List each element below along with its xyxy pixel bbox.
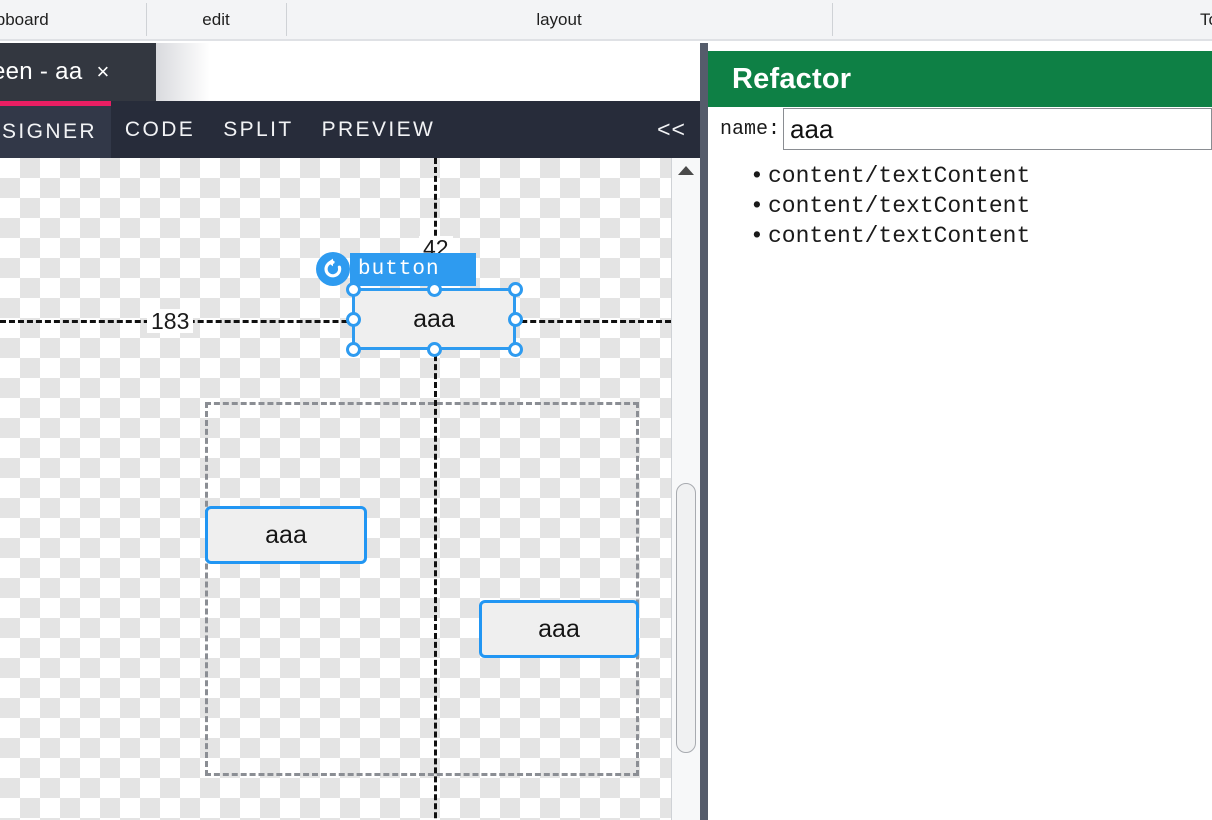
tabstrip-fade xyxy=(156,43,210,101)
widget-button-top-label: aaa xyxy=(413,304,455,333)
tab-preview-label: PREVIEW xyxy=(321,117,436,141)
guide-horizontal-selection xyxy=(0,320,671,323)
editor-pane: een - aa × SIGNER CODE SPLIT PREVIEW << xyxy=(0,43,700,820)
refactor-usage-list: content/textContent content/textContent … xyxy=(708,161,1212,251)
widget-button-top[interactable]: aaa xyxy=(352,288,516,350)
refactor-panel-header: Refactor xyxy=(708,51,1212,107)
close-icon[interactable]: × xyxy=(96,61,109,83)
refactor-name-row: name: xyxy=(708,107,1212,151)
application-window: ipboard edit layout To een - aa × SIGNER… xyxy=(0,0,1212,820)
dimension-label-height: 183 xyxy=(147,309,194,333)
rotate-icon[interactable] xyxy=(316,252,350,286)
list-item[interactable]: content/textContent xyxy=(708,161,1212,191)
resize-handle-ne[interactable] xyxy=(508,282,523,297)
tab-code[interactable]: CODE xyxy=(111,101,209,158)
resize-handle-s[interactable] xyxy=(427,342,442,357)
widget-button-bottom-right-label: aaa xyxy=(538,614,580,643)
ribbon-group-layout[interactable]: layout xyxy=(286,0,832,40)
widget-button-bottom-right[interactable]: aaa xyxy=(479,600,639,658)
ribbon-group-clipboard-label: ipboard xyxy=(0,9,49,29)
resize-handle-nw[interactable] xyxy=(346,282,361,297)
list-item[interactable]: content/textContent xyxy=(708,191,1212,221)
page-title: Refactor xyxy=(732,62,852,95)
tab-code-label: CODE xyxy=(124,117,196,141)
resize-handle-sw[interactable] xyxy=(346,342,361,357)
scroll-up-icon[interactable] xyxy=(672,158,700,184)
design-canvas[interactable]: 42 183 button aaa aaa aaa xyxy=(0,158,671,820)
list-item[interactable]: content/textContent xyxy=(708,221,1212,251)
canvas-vertical-scrollbar[interactable] xyxy=(671,158,700,820)
chevron-double-left-icon: << xyxy=(657,116,686,142)
editor-modebar: SIGNER CODE SPLIT PREVIEW << xyxy=(0,101,700,158)
design-canvas-viewport: 42 183 button aaa aaa aaa xyxy=(0,158,700,820)
ribbon-group-edit-label: edit xyxy=(202,9,230,29)
selection-type-badge: button xyxy=(350,253,476,286)
name-field-label: name: xyxy=(720,117,781,141)
refactor-panel: Refactor name: content/textContent conte… xyxy=(708,43,1212,820)
editor-tabstrip: een - aa × xyxy=(0,43,700,101)
editor-tab-active[interactable]: een - aa × xyxy=(0,43,156,101)
collapse-panel-button[interactable]: << xyxy=(657,101,686,158)
pane-divider[interactable] xyxy=(700,43,708,820)
ribbon-group-tools-label: To xyxy=(1200,9,1212,29)
ribbon-group-layout-label: layout xyxy=(536,9,582,29)
name-input[interactable] xyxy=(783,108,1212,150)
tab-split-label: SPLIT xyxy=(223,117,294,141)
widget-button-left[interactable]: aaa xyxy=(205,506,367,564)
resize-handle-n[interactable] xyxy=(427,282,442,297)
editor-tab-title: een - aa xyxy=(0,58,83,85)
resize-handle-w[interactable] xyxy=(346,312,361,327)
tab-designer[interactable]: SIGNER xyxy=(0,101,111,158)
ribbon-group-clipboard[interactable]: ipboard xyxy=(0,0,146,40)
ribbon-group-edit[interactable]: edit xyxy=(146,0,286,40)
ribbon-toolbar: ipboard edit layout To xyxy=(0,0,1212,41)
tab-designer-label: SIGNER xyxy=(2,120,97,143)
widget-button-left-label: aaa xyxy=(265,520,307,549)
tab-preview[interactable]: PREVIEW xyxy=(308,101,450,158)
scrollbar-thumb[interactable] xyxy=(676,483,696,753)
resize-handle-se[interactable] xyxy=(508,342,523,357)
selection-type-label: button xyxy=(358,258,440,281)
resize-handle-e[interactable] xyxy=(508,312,523,327)
tab-split[interactable]: SPLIT xyxy=(209,101,307,158)
ribbon-group-tools[interactable]: To xyxy=(832,0,1212,40)
layout-container-outline xyxy=(205,402,639,776)
